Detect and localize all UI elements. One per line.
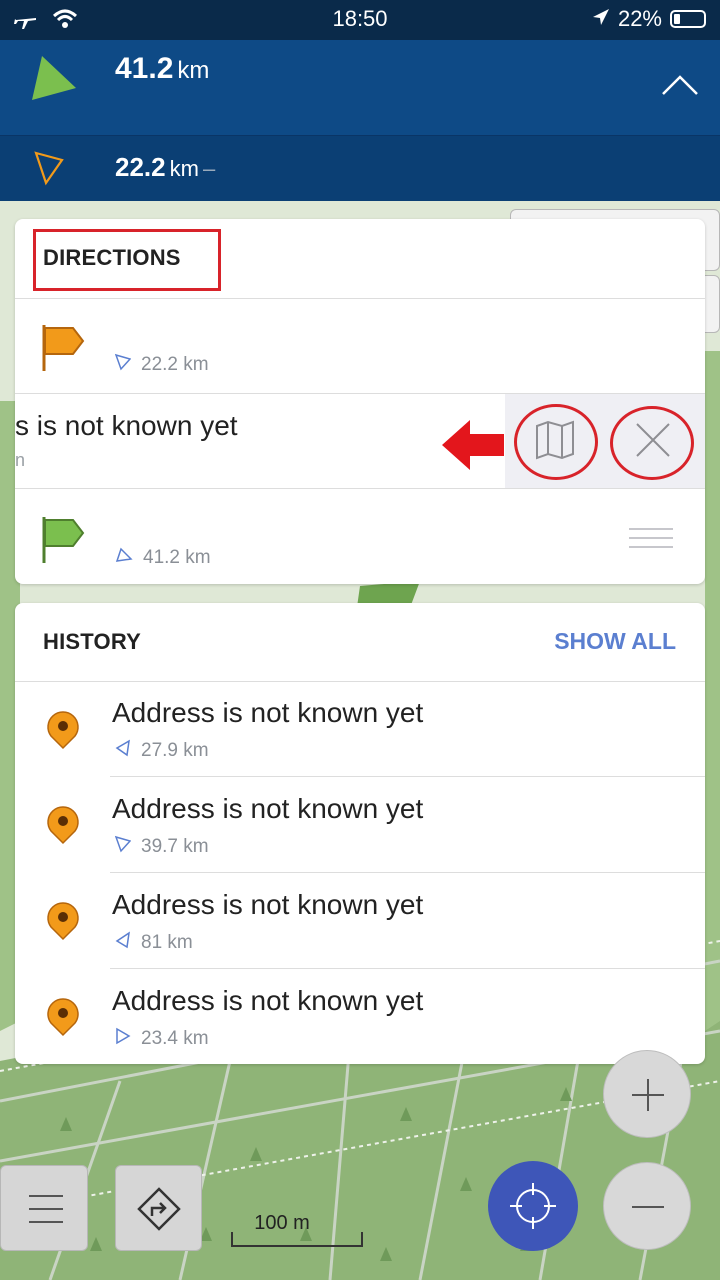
locate-me-button[interactable] xyxy=(488,1161,578,1251)
scale-bar: 100 m xyxy=(230,1212,364,1248)
orange-pin-icon xyxy=(45,901,81,946)
main-distance-value: 41.2 xyxy=(115,52,174,85)
destination-distance-value: 41.2 km xyxy=(143,547,211,568)
green-flag-icon xyxy=(41,515,87,570)
direction-arrow-icon xyxy=(115,547,133,569)
secondary-distance: 22.2 km – xyxy=(115,152,215,183)
plus-icon xyxy=(632,1079,664,1111)
route-diamond-icon xyxy=(137,1187,181,1231)
annotation-map-circle xyxy=(514,404,598,480)
current-direction-icon xyxy=(28,54,80,109)
zoom-in-button[interactable] xyxy=(603,1050,691,1138)
main-distance: 41.2 km xyxy=(115,52,209,86)
scale-label: 100 m xyxy=(254,1212,310,1234)
history-distance-value: 39.7 km xyxy=(141,836,209,857)
start-distance-value: 22.2 km xyxy=(141,354,209,375)
battery-percent: 22% xyxy=(617,6,662,31)
start-distance: 22.2 km xyxy=(114,353,209,377)
orange-pin-icon xyxy=(45,805,81,850)
secondary-distance-unit: km xyxy=(169,156,199,181)
history-distance: 81 km xyxy=(115,931,193,955)
direction-arrow-icon xyxy=(115,739,131,763)
minus-icon xyxy=(632,1206,664,1208)
history-item[interactable]: Address is not known yet 23.4 km xyxy=(15,969,705,1064)
orange-pin-icon xyxy=(45,997,81,1042)
direction-arrow-icon xyxy=(114,353,132,377)
collapse-chevron-icon[interactable] xyxy=(660,74,700,103)
annotation-close-circle xyxy=(610,406,694,480)
route-button[interactable] xyxy=(115,1165,202,1251)
history-distance-value: 81 km xyxy=(141,932,193,953)
history-card: HISTORY SHOW ALL Address is not known ye… xyxy=(15,603,705,1064)
swiped-waypoint-row[interactable]: s is not known yet n xyxy=(15,394,705,488)
menu-button[interactable] xyxy=(0,1165,88,1251)
destination-direction-icon xyxy=(34,150,64,191)
destination-distance: 41.2 km xyxy=(115,547,211,569)
history-distance: 23.4 km xyxy=(115,1027,209,1051)
battery-icon xyxy=(670,10,706,28)
drag-handle-icon[interactable] xyxy=(629,527,673,554)
show-all-button[interactable]: SHOW ALL xyxy=(554,628,676,655)
status-bar: 18:50 22% xyxy=(0,0,720,40)
history-distance: 27.9 km xyxy=(115,739,209,763)
annotation-arrow-icon xyxy=(440,418,506,477)
waypoint-address: s is not known yet xyxy=(15,410,238,441)
menu-icon xyxy=(29,1195,63,1223)
start-point-row[interactable]: 22.2 km xyxy=(15,299,705,393)
history-distance-value: 23.4 km xyxy=(141,1028,209,1049)
history-item[interactable]: Address is not known yet 39.7 km xyxy=(15,777,705,872)
orange-pin-icon xyxy=(45,710,81,755)
orange-flag-icon xyxy=(41,323,87,378)
history-address: Address is not known yet xyxy=(112,889,424,920)
main-distance-unit: km xyxy=(177,57,210,84)
navigation-header[interactable] xyxy=(0,40,720,135)
direction-arrow-icon xyxy=(114,835,132,859)
history-item[interactable]: Address is not known yet 27.9 km xyxy=(15,682,705,776)
waypoint-subtext: n xyxy=(15,450,26,470)
crosshair-icon xyxy=(510,1183,556,1229)
history-distance-value: 27.9 km xyxy=(141,740,209,761)
history-address: Address is not known yet xyxy=(112,697,424,728)
location-arrow-icon xyxy=(592,6,610,32)
zoom-out-button[interactable] xyxy=(603,1162,691,1250)
history-address: Address is not known yet xyxy=(112,793,424,824)
secondary-distance-value: 22.2 xyxy=(115,152,166,182)
direction-arrow-icon xyxy=(115,1027,131,1051)
annotation-directions-highlight xyxy=(33,229,221,291)
history-distance: 39.7 km xyxy=(114,835,209,859)
history-address: Address is not known yet xyxy=(112,985,424,1016)
history-title: HISTORY xyxy=(43,629,141,654)
destination-point-row[interactable]: 41.2 km xyxy=(15,489,705,584)
secondary-distance-suffix: – xyxy=(202,156,216,181)
navigation-subheader xyxy=(0,135,720,202)
direction-arrow-icon xyxy=(115,931,131,955)
history-item[interactable]: Address is not known yet 81 km xyxy=(15,873,705,968)
